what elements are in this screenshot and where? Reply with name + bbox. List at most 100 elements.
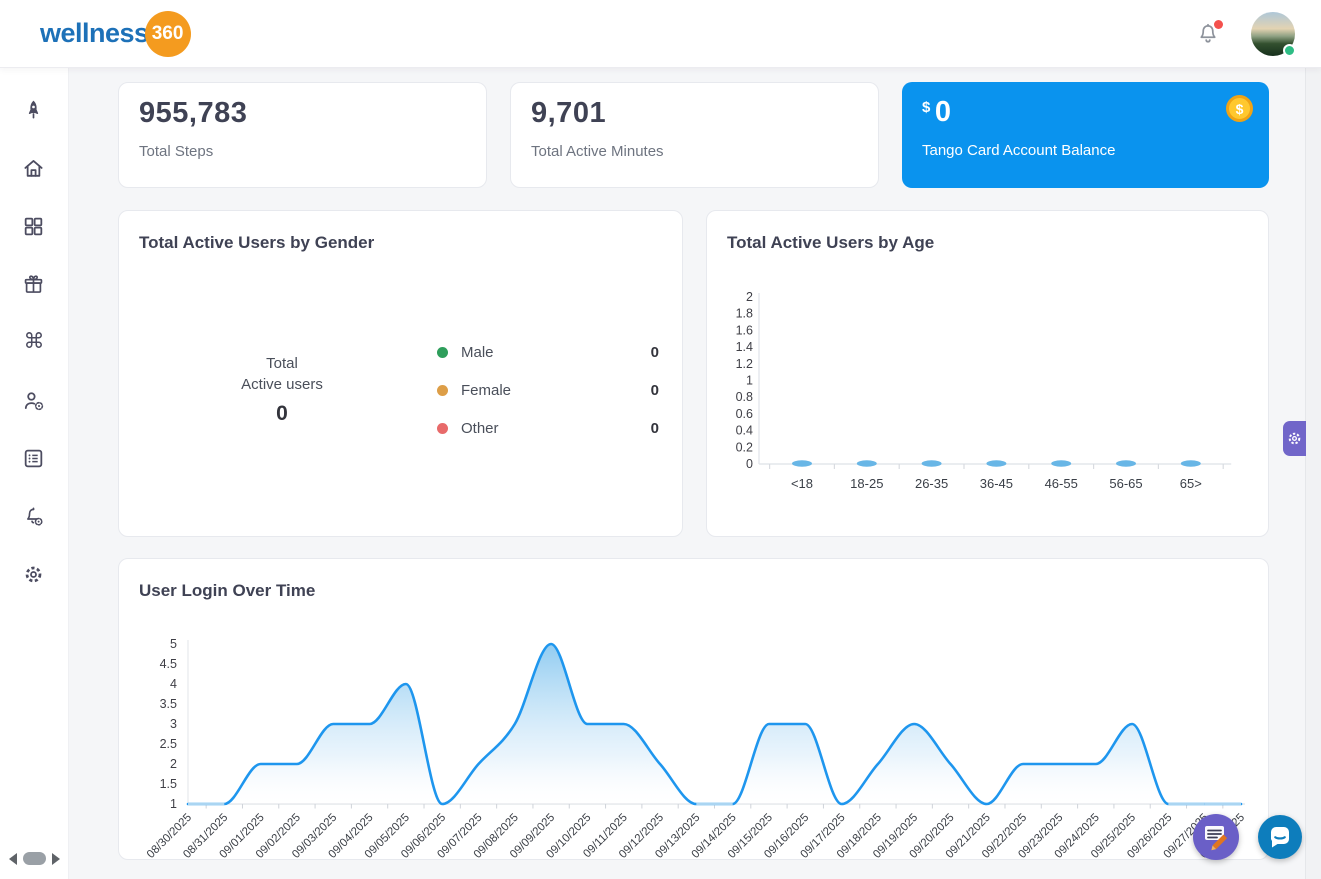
user-settings-icon [22, 389, 45, 412]
age-bar-chart: 0 0.2 0.4 0.6 0.8 1 1.2 1.4 1.6 1.8 2 <18 18-25 26-35… [736, 290, 1232, 491]
svg-text:46-55: 46-55 [1045, 476, 1078, 491]
app-header: wellness 360 [0, 0, 1321, 68]
dashboard-grid-icon [22, 215, 45, 238]
gender-chart-card: Total Active Users by Gender Total Activ… [118, 210, 683, 537]
login-chart-x-labels: 08/30/202508/31/202509/01/202509/02/2025… [145, 812, 1247, 859]
svg-text:1: 1 [746, 374, 753, 388]
total-active-minutes-card: 9,701 Total Active Minutes [510, 82, 879, 188]
sidebar-item-settings[interactable] [0, 545, 67, 603]
svg-text:3: 3 [170, 717, 177, 731]
chat-bubble-icon [1258, 815, 1302, 859]
svg-text:26-35: 26-35 [915, 476, 948, 491]
sidebar-item-challenges[interactable] [0, 81, 67, 139]
svg-text:0.2: 0.2 [736, 440, 753, 454]
home-icon [22, 157, 45, 180]
age-chart-axes [758, 293, 1232, 469]
svg-text:18-25: 18-25 [850, 476, 883, 491]
online-status-dot [1283, 43, 1296, 57]
legend-label: Other [461, 419, 499, 437]
legend-label: Male [461, 343, 494, 361]
svg-text:1.4: 1.4 [736, 340, 753, 354]
svg-text:<18: <18 [791, 476, 813, 491]
sidebar-item-notification-settings[interactable] [0, 487, 67, 545]
svg-text:2: 2 [746, 290, 753, 304]
svg-text:4: 4 [170, 677, 177, 691]
age-chart-title: Total Active Users by Age [727, 233, 935, 252]
sidebar-item-home[interactable] [0, 139, 67, 197]
survey-pencil-icon [1193, 814, 1239, 860]
command-icon: ⌘ [22, 330, 46, 354]
svg-text:65>: 65> [1180, 476, 1202, 491]
svg-text:4.5: 4.5 [160, 657, 177, 671]
notifications-bell-icon[interactable] [1195, 19, 1223, 47]
login-chart-series [186, 642, 1243, 806]
total-active-minutes-label: Total Active Minutes [531, 143, 664, 160]
unread-indicator-dot [1214, 19, 1223, 29]
age-chart-x-labels: <18 18-25 26-35 36-45 46-55 56-65 65> [791, 476, 1202, 491]
gift-icon [22, 273, 45, 296]
svg-text:1.2: 1.2 [736, 357, 753, 371]
legend-label: Female [461, 381, 512, 399]
login-chart-card: User Login Over Time 1 1.5 2 2.5 3 3.5 4 4.5 5 08… [118, 558, 1269, 860]
age-chart-y-labels: 0 0.2 0.4 0.6 0.8 1 1.2 1.4 1.6 1.8 2 [736, 290, 753, 471]
tango-card-balance-card[interactable]: $0 Tango Card Account Balance $ [902, 82, 1269, 188]
total-steps-value: 955,783 [139, 97, 248, 129]
collapse-handle[interactable] [23, 852, 46, 865]
sidebar-item-user-management[interactable] [0, 371, 67, 429]
sidebar-item-reports[interactable] [0, 429, 67, 487]
legend-value: 0 [650, 343, 659, 361]
logo-text: wellness [40, 18, 149, 48]
collapse-left-arrow-icon[interactable] [9, 852, 17, 865]
scrollbar[interactable] [1305, 68, 1321, 879]
total-active-minutes-value: 9,701 [531, 97, 607, 129]
svg-text:1.8: 1.8 [736, 307, 753, 321]
svg-text:0.6: 0.6 [736, 407, 753, 421]
age-chart-card: Total Active Users by Age 0 0.2 0.4 0.6 0.8 1… [706, 210, 1269, 537]
legend-item-female[interactable]: Female 0 [437, 371, 659, 409]
svg-text:0: 0 [746, 457, 753, 471]
legend-value: 0 [650, 419, 659, 437]
svg-text:1: 1 [170, 797, 177, 811]
sidebar-item-rewards[interactable] [0, 255, 67, 313]
gender-total-value: 0 [276, 402, 288, 425]
chat-launcher-button[interactable] [1258, 815, 1302, 859]
legend-dot [437, 422, 448, 434]
gear-icon [1286, 430, 1303, 447]
sidebar-item-dashboard[interactable] [0, 197, 67, 255]
svg-text:1.6: 1.6 [736, 323, 753, 337]
login-area-chart: 1 1.5 2 2.5 3 3.5 4 4.5 5 08/30/202508/31/202509/… [145, 637, 1247, 859]
legend-dot [437, 384, 448, 396]
total-steps-label: Total Steps [139, 143, 214, 160]
svg-text:0.4: 0.4 [736, 424, 753, 438]
rocket-icon [22, 99, 45, 122]
tango-balance-value: $0 [922, 96, 952, 128]
svg-text:0.8: 0.8 [736, 390, 753, 404]
user-avatar[interactable] [1251, 11, 1296, 57]
gender-legend: Male 0 Female 0 Other 0 [437, 333, 659, 447]
svg-text:2: 2 [170, 757, 177, 771]
login-chart-y-labels: 1 1.5 2 2.5 3 3.5 4 4.5 5 [160, 637, 177, 811]
logo-badge: 360 [144, 10, 191, 57]
svg-text:1.5: 1.5 [160, 777, 177, 791]
app-logo[interactable]: wellness 360 [40, 10, 191, 57]
legend-dot [437, 346, 448, 358]
notification-settings-icon [22, 505, 45, 528]
svg-text:56-65: 56-65 [1109, 476, 1142, 491]
currency-symbol: $ [922, 99, 931, 116]
svg-text:2.5: 2.5 [160, 737, 177, 751]
sidebar-collapse-control[interactable] [9, 852, 60, 865]
floating-settings-button[interactable] [1283, 421, 1306, 456]
sidebar: ⌘ [0, 68, 69, 879]
collapse-right-arrow-icon[interactable] [52, 852, 60, 865]
legend-item-male[interactable]: Male 0 [437, 333, 659, 371]
legend-value: 0 [650, 381, 659, 399]
list-icon [22, 447, 45, 470]
svg-text:3.5: 3.5 [160, 697, 177, 711]
gender-chart-title: Total Active Users by Gender [139, 233, 375, 252]
sidebar-item-programs[interactable]: ⌘ [0, 313, 67, 371]
tango-balance-label: Tango Card Account Balance [922, 142, 1116, 159]
svg-text:36-45: 36-45 [980, 476, 1013, 491]
legend-item-other[interactable]: Other 0 [437, 409, 659, 447]
survey-feedback-button[interactable] [1193, 814, 1239, 860]
svg-text:5: 5 [170, 637, 177, 651]
